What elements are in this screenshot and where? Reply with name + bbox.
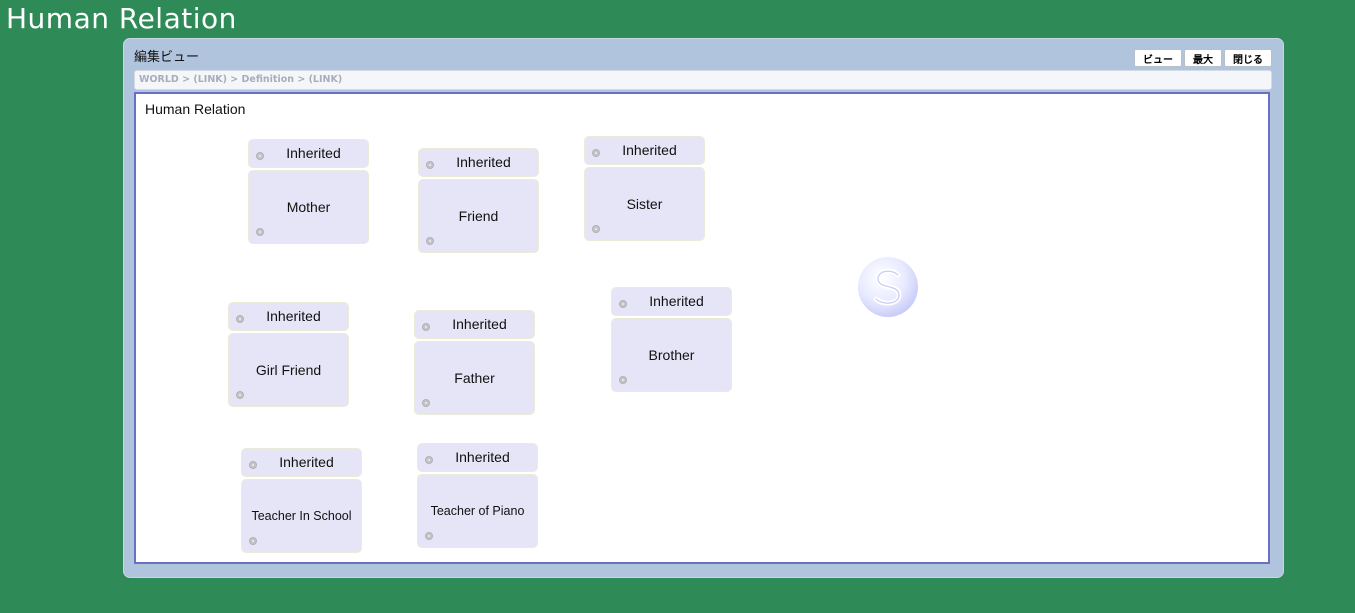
connector-dot-icon[interactable] [256, 228, 264, 236]
connector-dot-icon[interactable] [425, 532, 433, 540]
connector-dot-icon[interactable] [236, 391, 244, 399]
node-label: Girl Friend [255, 362, 322, 378]
node-head[interactable]: Inherited [228, 302, 349, 331]
node-body[interactable]: Friend [418, 179, 539, 253]
node-head-label: Inherited [279, 454, 334, 470]
node-sister[interactable]: Inherited Sister [584, 136, 705, 241]
connector-dot-icon[interactable] [422, 399, 430, 407]
node-label: Friend [458, 208, 499, 224]
window-title: 編集ビュー [134, 50, 200, 65]
node-head[interactable]: Inherited [414, 310, 535, 339]
breadcrumb[interactable]: WORLD > (LINK) > Definition > (LINK) [134, 70, 1272, 90]
node-girl-friend[interactable]: Inherited Girl Friend [228, 302, 349, 407]
node-label: Father [454, 370, 495, 386]
connector-dot-icon[interactable] [426, 237, 434, 245]
node-head-label: Inherited [622, 142, 677, 158]
node-label: Mother [286, 199, 331, 215]
node-head-label: Inherited [266, 308, 321, 324]
edit-view-window: 編集ビュー ビュー 最大 閉じる WORLD > (LINK) > Defini… [123, 38, 1284, 578]
maximize-button[interactable]: 最大 [1184, 49, 1222, 67]
node-teacher-in-school[interactable]: Inherited Teacher In School [241, 448, 362, 553]
diagram-canvas[interactable]: Human Relation Inherited Mother Inherite… [134, 92, 1270, 564]
window-buttons: ビュー 最大 閉じる [1134, 49, 1272, 67]
node-father[interactable]: Inherited Father [414, 310, 535, 415]
node-head-label: Inherited [649, 293, 704, 309]
node-head-label: Inherited [456, 154, 511, 170]
node-body[interactable]: Brother [611, 318, 732, 392]
node-head[interactable]: Inherited [417, 443, 538, 472]
connector-dot-icon[interactable] [592, 225, 600, 233]
node-head[interactable]: Inherited [248, 139, 369, 168]
node-body[interactable]: Girl Friend [228, 333, 349, 407]
page-title: Human Relation [6, 2, 237, 35]
view-button[interactable]: ビュー [1134, 49, 1182, 67]
node-head[interactable]: Inherited [241, 448, 362, 477]
node-brother[interactable]: Inherited Brother [611, 287, 732, 392]
node-label: Teacher In School [251, 509, 352, 523]
node-body[interactable]: Mother [248, 170, 369, 244]
node-head-label: Inherited [452, 316, 507, 332]
node-body[interactable]: Teacher In School [241, 479, 362, 553]
node-head-label: Inherited [455, 449, 510, 465]
node-body[interactable]: Father [414, 341, 535, 415]
node-label: Teacher of Piano [430, 504, 525, 518]
close-button[interactable]: 閉じる [1224, 49, 1272, 67]
node-friend[interactable]: Inherited Friend [418, 148, 539, 253]
node-label: Sister [626, 196, 663, 212]
node-label: Brother [648, 347, 695, 363]
node-teacher-of-piano[interactable]: Inherited Teacher of Piano [417, 443, 538, 548]
node-head-label: Inherited [286, 145, 341, 161]
connector-dot-icon[interactable] [249, 537, 257, 545]
s-logo-icon [858, 257, 918, 317]
node-body[interactable]: Sister [584, 167, 705, 241]
canvas-title: Human Relation [145, 101, 246, 117]
node-head[interactable]: Inherited [611, 287, 732, 316]
node-body[interactable]: Teacher of Piano [417, 474, 538, 548]
node-head[interactable]: Inherited [584, 136, 705, 165]
node-head[interactable]: Inherited [418, 148, 539, 177]
node-mother[interactable]: Inherited Mother [248, 139, 369, 244]
connector-dot-icon[interactable] [619, 376, 627, 384]
